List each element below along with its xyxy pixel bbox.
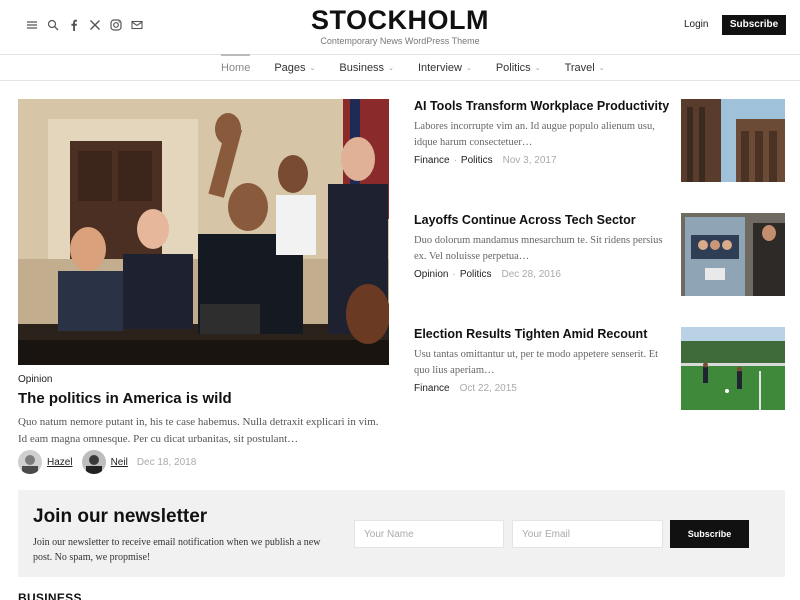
name-input[interactable] — [354, 520, 504, 548]
author-link[interactable]: Neil — [111, 457, 128, 468]
featured-image[interactable] — [18, 99, 389, 365]
post-date: Nov 3, 2017 — [502, 155, 557, 166]
nav-item-pages[interactable]: Pages ⌄ — [274, 55, 315, 80]
chevron-down-icon: ⌄ — [598, 64, 605, 72]
article-excerpt: Labores incorrupte vim an. Id augue popu… — [414, 121, 655, 148]
nav-item-label: Interview — [417, 61, 462, 74]
chevron-down-icon: ⌄ — [534, 64, 541, 72]
category-link[interactable]: Politics — [461, 155, 493, 166]
article-excerpt: Duo dolorum mandamus mnesarchum te. Sit … — [414, 235, 663, 262]
category-link[interactable]: Politics — [460, 269, 492, 280]
nav-item-politics[interactable]: Politics ⌄ — [496, 55, 541, 80]
featured-excerpt: Quo natum nemore putant in, his te case … — [18, 416, 379, 445]
email-input[interactable] — [512, 520, 663, 548]
main-nav: Home Pages ⌄ Business ⌄ Interview ⌄ Poli… — [0, 54, 800, 81]
newsletter-section: Join our newsletter Join our newsletter … — [18, 490, 785, 577]
separator: · — [453, 155, 457, 166]
chevron-down-icon: ⌄ — [465, 64, 472, 72]
article-excerpt: Usu tantas omittantur ut, per te modo ap… — [414, 349, 659, 376]
site-header: STOCKHOLM Contemporary News WordPress Th… — [0, 0, 800, 54]
post-date: Dec 18, 2018 — [136, 456, 197, 468]
subscribe-button[interactable]: Subscribe — [722, 15, 786, 35]
nav-item-business[interactable]: Business ⌄ — [339, 55, 394, 80]
nav-item-label: Politics — [495, 61, 531, 74]
newsletter-title: Join our newsletter — [33, 506, 208, 527]
chevron-down-icon: ⌄ — [309, 64, 316, 72]
nav-item-label: Pages — [274, 61, 306, 74]
avatar[interactable] — [18, 450, 42, 474]
separator: · — [452, 269, 456, 280]
category-link[interactable]: Opinion — [414, 269, 448, 280]
post-date: Dec 28, 2016 — [501, 269, 562, 280]
nav-item-home[interactable]: Home — [221, 54, 251, 80]
nav-items: Home Pages ⌄ Business ⌄ Interview ⌄ Poli… — [221, 54, 629, 80]
article-thumbnail[interactable] — [681, 327, 785, 410]
category-link[interactable]: Finance — [414, 155, 450, 166]
avatar[interactable] — [81, 450, 106, 474]
newsletter-text: Join our newsletter to receive email not… — [33, 537, 321, 563]
featured-title[interactable]: The politics in America is wild — [18, 390, 232, 407]
site-title[interactable]: STOCKHOLM — [0, 4, 800, 36]
nav-item-interview[interactable]: Interview ⌄ — [418, 55, 472, 80]
login-link[interactable]: Login — [684, 19, 708, 30]
chevron-down-icon: ⌄ — [388, 64, 394, 72]
article-thumbnail[interactable] — [681, 213, 785, 296]
featured-category[interactable]: Opinion — [18, 374, 52, 385]
brand: STOCKHOLM Contemporary News WordPress Th… — [0, 4, 800, 47]
nav-item-travel[interactable]: Travel ⌄ — [565, 55, 605, 80]
author-link[interactable]: Hazel — [47, 457, 73, 468]
category-link[interactable]: Finance — [414, 383, 450, 394]
section-heading-business: BUSINESS — [18, 591, 82, 600]
nav-item-label: Home — [221, 61, 251, 74]
newsletter-subscribe-button[interactable]: Subscribe — [670, 520, 749, 548]
featured-meta: Hazel Neil Dec 18, 2018 — [18, 450, 196, 474]
post-date: Oct 22, 2015 — [459, 383, 517, 394]
nav-item-label: Business — [339, 61, 385, 74]
nav-item-label: Travel — [564, 61, 595, 74]
site-tagline: Contemporary News WordPress Theme — [320, 36, 480, 46]
article-thumbnail[interactable] — [681, 99, 785, 182]
